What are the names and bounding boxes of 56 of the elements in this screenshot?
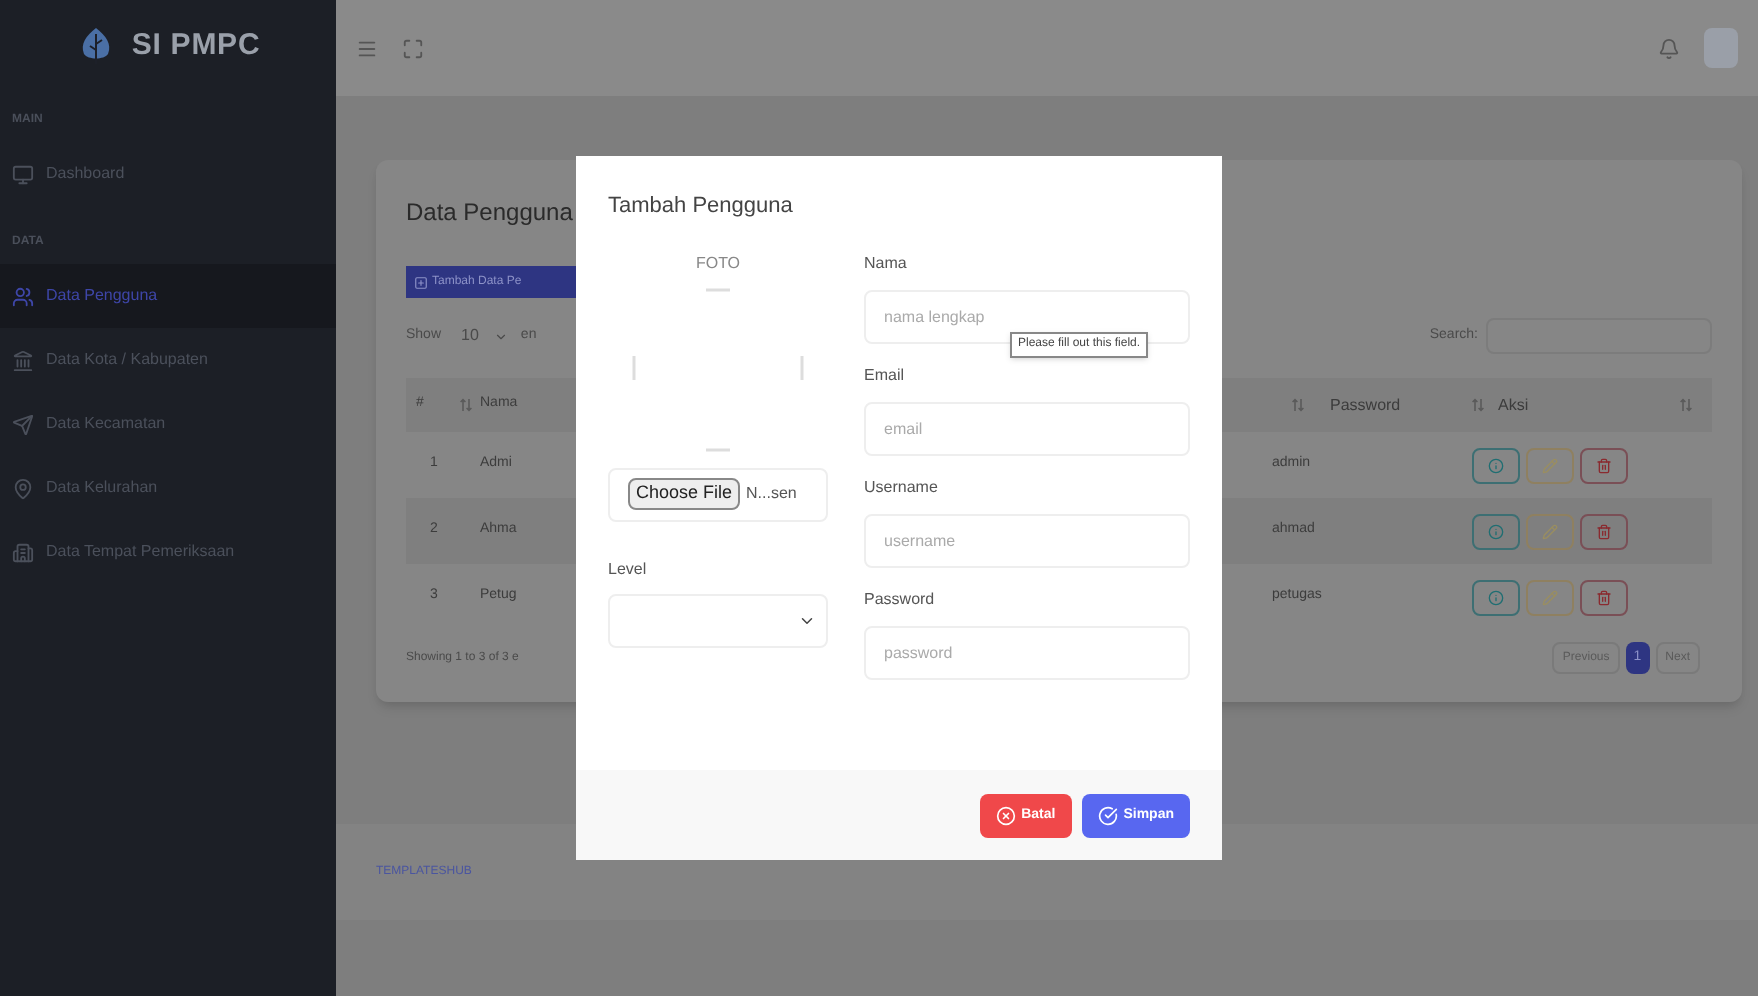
sort-icon <box>1680 398 1692 412</box>
field-label: Nama <box>864 251 909 275</box>
photo-label: FOTO <box>695 251 741 275</box>
sort-icon <box>460 398 472 412</box>
file-name: N...sen <box>746 482 797 506</box>
info-icon <box>1488 523 1504 539</box>
pencil-icon <box>1542 589 1558 605</box>
file-input[interactable]: Choose File N...sen <box>608 467 828 521</box>
info-icon <box>1488 589 1504 605</box>
send-icon <box>12 413 34 435</box>
trash-icon <box>1596 589 1612 605</box>
plus-icon <box>414 275 428 289</box>
fullscreen-icon[interactable] <box>402 37 424 59</box>
monitor-icon <box>12 163 34 185</box>
sort-icon <box>1292 398 1304 412</box>
card-title: Data Pengguna <box>406 196 573 230</box>
choose-file-button[interactable]: Choose File <box>628 478 741 510</box>
text-field[interactable]: username <box>864 513 1190 567</box>
pencil-icon <box>1542 457 1558 473</box>
landmark-icon <box>12 349 34 371</box>
info-button[interactable] <box>1472 447 1520 483</box>
field-label: Email <box>864 363 907 387</box>
delete-button[interactable] <box>1580 513 1628 549</box>
field-label: Username <box>864 475 940 499</box>
column-header: Aksi <box>1496 393 1531 417</box>
edit-button[interactable] <box>1526 447 1574 483</box>
text-field[interactable]: password <box>864 625 1190 679</box>
pencil-icon <box>1542 523 1558 539</box>
building-icon <box>12 541 34 563</box>
map-pin-icon <box>12 477 34 499</box>
sort-icon <box>1472 398 1484 412</box>
edit-button[interactable] <box>1526 513 1574 549</box>
info-button[interactable] <box>1472 579 1520 615</box>
trash-icon <box>1596 523 1612 539</box>
x-circle-icon <box>995 805 1016 825</box>
menu-icon[interactable] <box>356 37 378 59</box>
modal-title: Tambah Pengguna <box>608 192 795 222</box>
bell-icon[interactable] <box>1658 37 1680 59</box>
users-icon <box>12 285 34 307</box>
page-size-select[interactable]: 10 <box>453 320 517 352</box>
level-label: Level <box>608 557 647 581</box>
level-select[interactable] <box>608 593 828 647</box>
check-circle-icon <box>1097 805 1118 825</box>
info-icon <box>1488 457 1504 473</box>
brand-name: SI PMPC <box>131 25 261 66</box>
field-label: Password <box>864 587 937 611</box>
avatar[interactable] <box>1704 28 1738 68</box>
chevron-down-icon <box>494 329 509 343</box>
text-field[interactable]: email <box>864 401 1190 455</box>
edit-button[interactable] <box>1526 579 1574 615</box>
info-button[interactable] <box>1472 513 1520 549</box>
delete-button[interactable] <box>1580 579 1628 615</box>
delete-button[interactable] <box>1580 447 1628 483</box>
trash-icon <box>1596 457 1612 473</box>
column-header: Password <box>1330 393 1403 417</box>
sidebar-item[interactable]: Data Pengguna <box>0 264 336 328</box>
